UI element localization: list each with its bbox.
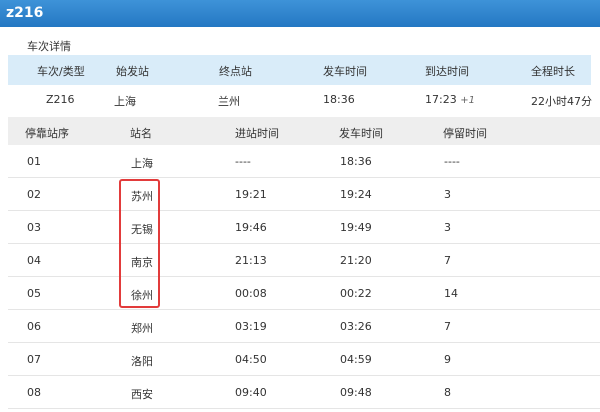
summary-train[interactable]: Z216: [46, 93, 75, 106]
stop-row: 02 苏州 19:21 19:24 3: [8, 178, 600, 211]
stop-stay: 3: [444, 221, 451, 234]
stops-header-seq: 停靠站序: [25, 127, 69, 140]
stops-header-depart: 发车时间: [339, 127, 383, 140]
stop-arrive: 04:50: [235, 353, 267, 366]
stop-stay: 8: [444, 386, 451, 399]
stop-stay: 14: [444, 287, 458, 300]
summary-depart: 18:36: [323, 93, 355, 106]
summary-header-destination: 终点站: [219, 65, 252, 78]
stop-station: 洛阳: [131, 355, 153, 368]
stop-row: 04 南京 21:13 21:20 7: [8, 244, 600, 277]
section-label: 车次详情: [27, 40, 71, 53]
stop-depart: 21:20: [340, 254, 372, 267]
summary-header-train: 车次/类型: [37, 65, 85, 78]
stop-stay: ----: [444, 155, 460, 168]
stop-arrive: 21:13: [235, 254, 267, 267]
stop-stay: 3: [444, 188, 451, 201]
summary-header: 车次/类型 始发站 终点站 发车时间 到达时间 全程时长: [8, 55, 591, 85]
stops-header: 停靠站序 站名 进站时间 发车时间 停留时间: [8, 117, 600, 145]
stop-depart: 04:59: [340, 353, 372, 366]
window-title: z216: [0, 0, 600, 27]
summary-origin: 上海: [114, 95, 136, 108]
stop-depart: 19:24: [340, 188, 372, 201]
stops-header-stay: 停留时间: [443, 127, 487, 140]
stop-arrive: 19:21: [235, 188, 267, 201]
summary-header-origin: 始发站: [116, 65, 149, 78]
summary-row: Z216 上海 兰州 18:36 17:23 +1 22小时47分: [8, 85, 592, 115]
stop-arrive: 00:08: [235, 287, 267, 300]
stop-seq: 03: [27, 221, 41, 234]
stop-row: 06 郑州 03:19 03:26 7: [8, 310, 600, 343]
stop-seq: 07: [27, 353, 41, 366]
stop-seq: 05: [27, 287, 41, 300]
stop-seq: 01: [27, 155, 41, 168]
stop-depart: 00:22: [340, 287, 372, 300]
summary-duration: 22小时47分: [531, 95, 592, 108]
stop-row: 08 西安 09:40 09:48 8: [8, 376, 600, 409]
stop-seq: 06: [27, 320, 41, 333]
stop-depart: 09:48: [340, 386, 372, 399]
stop-stay: 9: [444, 353, 451, 366]
stop-seq: 02: [27, 188, 41, 201]
stop-depart: 19:49: [340, 221, 372, 234]
summary-header-arrive: 到达时间: [425, 65, 469, 78]
stop-depart: 18:36: [340, 155, 372, 168]
stop-stay: 7: [444, 320, 451, 333]
stop-station: 上海: [131, 157, 153, 170]
summary-arrive-day-offset: +1: [460, 95, 475, 106]
summary-header-depart: 发车时间: [323, 65, 367, 78]
stop-row: 05 徐州 00:08 00:22 14: [8, 277, 600, 310]
summary-arrive: 17:23 +1: [425, 93, 475, 106]
stop-arrive: ----: [235, 155, 251, 168]
stop-seq: 08: [27, 386, 41, 399]
stop-stay: 7: [444, 254, 451, 267]
highlight-annotation-box: [119, 179, 160, 308]
summary-arrive-time: 17:23: [425, 93, 457, 106]
stop-station: 西安: [131, 388, 153, 401]
stop-arrive: 09:40: [235, 386, 267, 399]
summary-destination: 兰州: [218, 95, 240, 108]
stop-arrive: 19:46: [235, 221, 267, 234]
stop-row: 07 洛阳 04:50 04:59 9: [8, 343, 600, 376]
stop-row: 03 无锡 19:46 19:49 3: [8, 211, 600, 244]
stop-station: 郑州: [131, 322, 153, 335]
stop-arrive: 03:19: [235, 320, 267, 333]
stops-header-arrive: 进站时间: [235, 127, 279, 140]
stop-row: 01 上海 ---- 18:36 ----: [8, 145, 600, 178]
summary-header-duration: 全程时长: [531, 65, 575, 78]
stops-header-station: 站名: [130, 127, 152, 140]
stop-seq: 04: [27, 254, 41, 267]
stop-depart: 03:26: [340, 320, 372, 333]
